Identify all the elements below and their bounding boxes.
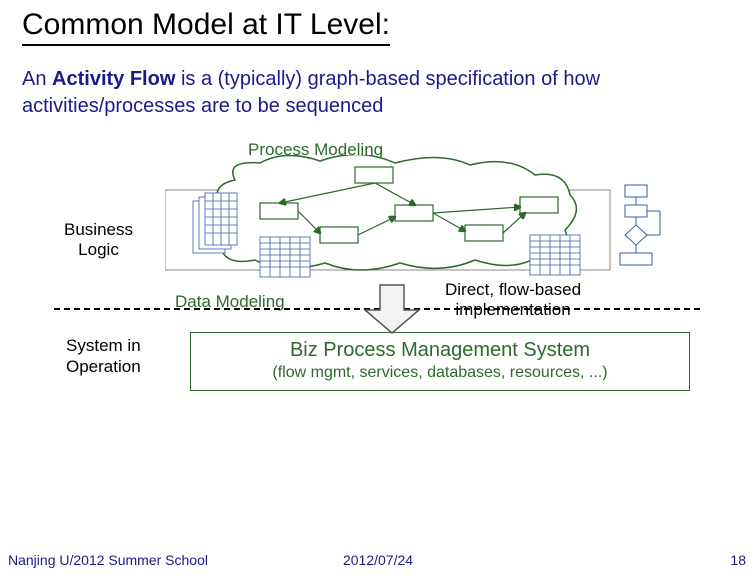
subtitle-pre: An	[22, 68, 52, 90]
footer-date: 2012/07/24	[343, 552, 413, 568]
bpm-title: Biz Process Management System	[201, 339, 679, 362]
subtitle-term: Activity Flow	[52, 68, 175, 90]
subtitle: An Activity Flow is a (typically) graph-…	[22, 66, 734, 120]
diagram-graphics	[165, 155, 705, 315]
bpm-system-box: Biz Process Management System (flow mgmt…	[190, 332, 690, 391]
bpm-subtitle: (flow mgmt, services, databases, resourc…	[201, 364, 679, 382]
system-operation-label: System in Operation	[66, 335, 141, 378]
diagram-area: Process Modeling Business Logic Data Mod…	[0, 140, 756, 390]
system-line1: System in	[66, 336, 141, 355]
footer-page-number: 18	[730, 552, 746, 568]
business-logic-line2: Logic	[78, 240, 119, 259]
diagram-svg	[165, 155, 705, 335]
business-logic-label: Business Logic	[64, 220, 133, 261]
footer-left: Nanjing U/2012 Summer School	[8, 552, 208, 568]
business-logic-line1: Business	[64, 220, 133, 239]
system-line2: Operation	[66, 357, 141, 376]
page-title: Common Model at IT Level:	[22, 8, 390, 46]
down-arrow-icon	[365, 285, 419, 333]
